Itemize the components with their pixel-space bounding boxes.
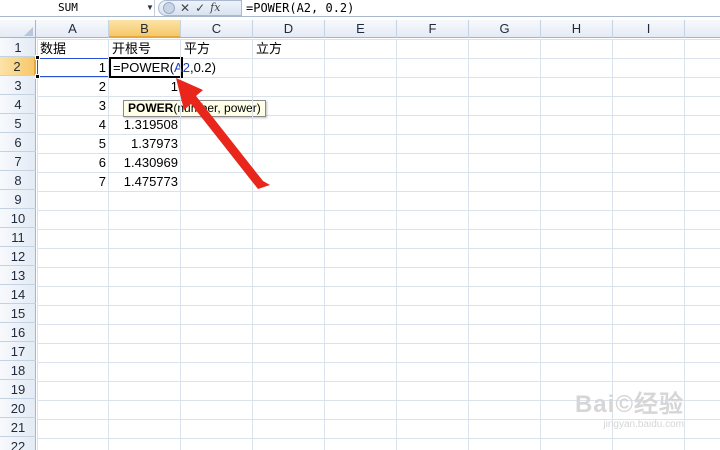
row-header-10[interactable]: 10: [0, 209, 36, 228]
watermark-logo: Bai©经验: [574, 391, 684, 418]
row-header-3[interactable]: 3: [0, 76, 36, 95]
gridline: [684, 39, 685, 450]
cell-a6[interactable]: 5: [37, 134, 109, 153]
function-tooltip: POWER(number, power): [123, 100, 266, 117]
cell-d1[interactable]: 立方: [253, 39, 325, 58]
worksheet-grid: ABCDEFGHI 1 2 3 4 5 6 7 8 9 10 11 12 13 14 15 16 17 18 19 2…: [0, 20, 720, 450]
row-header-15[interactable]: 15: [0, 304, 36, 323]
formula-bar: SUM ▼ ✕ ✓ fx =POWER(A2, 0.2): [0, 0, 720, 17]
cell-b6[interactable]: 1.37973: [109, 134, 181, 153]
edit-suffix: ,0.2): [189, 60, 216, 75]
dropdown-arrow-icon[interactable]: ▼: [145, 0, 155, 16]
column-header-a[interactable]: A: [37, 20, 109, 38]
column-header-b[interactable]: B: [109, 20, 181, 38]
resize-handle-icon[interactable]: [163, 2, 175, 14]
cell-b7[interactable]: 1.430969: [109, 153, 181, 172]
row-header-14[interactable]: 14: [0, 285, 36, 304]
formula-input[interactable]: =POWER(A2, 0.2): [246, 0, 354, 16]
edit-ref: A2: [174, 60, 190, 75]
row-header-column: 1 2 3 4 5 6 7 8 9 10 11 12 13 14 15 16 17 18 19 20 21 22: [0, 38, 36, 450]
watermark: Bai©经验 jingyan.baidu.com: [575, 384, 684, 430]
column-header-d[interactable]: D: [253, 20, 325, 38]
gridline: [324, 39, 325, 450]
row-header-1[interactable]: 1: [0, 38, 36, 57]
row-header-12[interactable]: 12: [0, 247, 36, 266]
column-header-h[interactable]: H: [541, 20, 613, 38]
cell-a1[interactable]: 数据: [37, 39, 109, 58]
row-header-4[interactable]: 4: [0, 95, 36, 114]
cell-b5[interactable]: 1.319508: [109, 115, 181, 134]
cell-b3[interactable]: 1: [109, 77, 181, 96]
column-header-i[interactable]: I: [613, 20, 685, 38]
row-header-11[interactable]: 11: [0, 228, 36, 247]
cell-b8[interactable]: 1.475773: [109, 172, 181, 191]
row-header-7[interactable]: 7: [0, 152, 36, 171]
row-header-19[interactable]: 19: [0, 380, 36, 399]
row-header-18[interactable]: 18: [0, 361, 36, 380]
cell-a8[interactable]: 7: [37, 172, 109, 191]
edit-prefix: =POWER(: [113, 60, 175, 75]
cell-a3[interactable]: 2: [37, 77, 109, 96]
column-header-c[interactable]: C: [181, 20, 253, 38]
gridline: [252, 39, 253, 450]
tooltip-function-name[interactable]: POWER: [128, 101, 173, 115]
formula-buttons: ✕ ✓ fx: [158, 0, 242, 16]
tooltip-args: (number, power): [173, 101, 261, 115]
row-header-2[interactable]: 2: [0, 57, 36, 76]
cancel-icon[interactable]: ✕: [180, 1, 190, 15]
row-header-13[interactable]: 13: [0, 266, 36, 285]
column-header-f[interactable]: F: [397, 20, 469, 38]
row-header-5[interactable]: 5: [0, 114, 36, 133]
cell-c1[interactable]: 平方: [181, 39, 253, 58]
column-header-e[interactable]: E: [325, 20, 397, 38]
fill-handle[interactable]: [35, 55, 40, 60]
gridline: [180, 39, 181, 450]
column-header-row: ABCDEFGHI: [0, 20, 720, 38]
gridline: [540, 39, 541, 450]
row-header-17[interactable]: 17: [0, 342, 36, 361]
row-header-16[interactable]: 16: [0, 323, 36, 342]
insert-function-icon[interactable]: fx: [210, 1, 220, 15]
watermark-url: jingyan.baidu.com: [603, 419, 684, 430]
reference-highlight-a2: [37, 58, 109, 77]
name-box[interactable]: SUM: [0, 0, 155, 16]
cell-a5[interactable]: 4: [37, 115, 109, 134]
enter-icon[interactable]: ✓: [195, 1, 205, 15]
column-header-g[interactable]: G: [469, 20, 541, 38]
row-header-22[interactable]: 22: [0, 437, 36, 450]
select-all-corner[interactable]: [0, 20, 36, 38]
cell-b1[interactable]: 开根号: [109, 39, 181, 58]
gridline: [468, 39, 469, 450]
cell-a4[interactable]: 3: [37, 96, 109, 115]
row-header-6[interactable]: 6: [0, 133, 36, 152]
row-header-8[interactable]: 8: [0, 171, 36, 190]
gridline: [396, 39, 397, 450]
row-header-21[interactable]: 21: [0, 418, 36, 437]
fill-handle[interactable]: [35, 74, 40, 79]
row-header-20[interactable]: 20: [0, 399, 36, 418]
cell-a7[interactable]: 6: [37, 153, 109, 172]
cell-edit-text[interactable]: =POWER(A2,0.2): [113, 58, 216, 77]
row-header-9[interactable]: 9: [0, 190, 36, 209]
gridline: [108, 39, 109, 450]
